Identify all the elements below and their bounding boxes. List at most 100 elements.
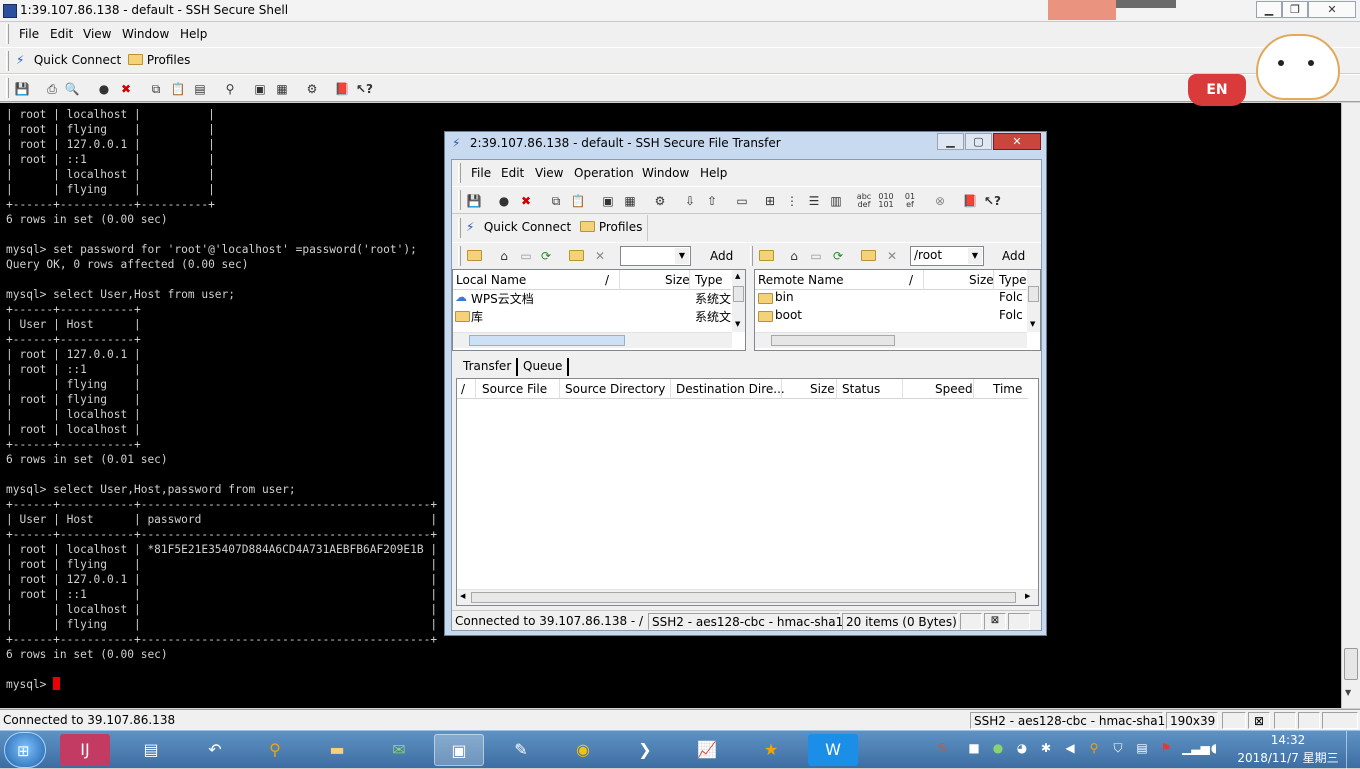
display-icon[interactable]: ▤	[1134, 740, 1150, 756]
large-icons-icon[interactable]: ⊞	[762, 193, 778, 209]
ascii-mode-icon[interactable]: abc def	[856, 193, 872, 209]
sftp-quick-connect-button[interactable]: ⚡ Quick Connect	[466, 220, 571, 234]
disconnect-icon[interactable]: ✖	[518, 193, 534, 209]
local-name-column[interactable]: Local Name	[456, 273, 526, 287]
scroll-down-arrow[interactable]: ▼	[1345, 688, 1351, 697]
local-drive-icon[interactable]: ▭	[518, 248, 534, 264]
local-refresh-icon[interactable]: ⟳	[538, 248, 554, 264]
local-up-folder-icon[interactable]	[466, 248, 482, 264]
remote-refresh-icon[interactable]: ⟳	[830, 248, 846, 264]
sftp-menu-help[interactable]: Help	[700, 166, 727, 180]
remote-size-column[interactable]: Size	[969, 273, 994, 287]
new-terminal-icon[interactable]: ▣	[600, 193, 616, 209]
remote-home-icon[interactable]: ⌂	[786, 248, 802, 264]
settings-icon[interactable]: ⚙	[304, 81, 320, 97]
new-file-transfer-icon[interactable]: ▦	[622, 193, 638, 209]
scrollbar-thumb[interactable]	[771, 335, 895, 346]
size-column[interactable]: Size	[810, 382, 835, 396]
disconnect-icon[interactable]: ✖	[118, 81, 134, 97]
remote-name-column[interactable]: Remote Name	[758, 273, 844, 287]
scrollbar-thumb[interactable]	[1028, 286, 1039, 302]
sogou-ime-icon[interactable]: S	[934, 740, 950, 756]
scrollbar-thumb[interactable]	[733, 286, 744, 302]
scroll-left-arrow[interactable]: ◀	[460, 592, 465, 600]
local-size-column[interactable]: Size	[665, 273, 690, 287]
paste-disabled-icon[interactable]: ▤	[192, 81, 208, 97]
menu-help[interactable]: Help	[180, 27, 207, 41]
connect-icon[interactable]: ●	[96, 81, 112, 97]
show-desktop-button[interactable]	[1346, 731, 1360, 769]
copy-icon[interactable]: ⧉	[148, 81, 164, 97]
details-view-icon[interactable]: ▥	[828, 193, 844, 209]
scrollbar-thumb[interactable]	[1344, 648, 1358, 680]
transfer-list[interactable]: / Source File Source Directory Destinati…	[456, 378, 1039, 606]
remote-path-combo[interactable]: /root ▼	[910, 246, 984, 266]
minimize-button[interactable]: ▁	[1256, 1, 1282, 18]
local-file-pane[interactable]: Local Name / Size Type ☁ WPS云文档 系统文 库 系统…	[452, 269, 746, 351]
menu-view[interactable]: View	[83, 27, 111, 41]
sftp-menu-view[interactable]: View	[535, 166, 563, 180]
list-view-icon[interactable]: ☰	[806, 193, 822, 209]
local-add-button[interactable]: Add	[710, 249, 733, 263]
volume-icon[interactable]: ◖	[1206, 740, 1222, 756]
copy-icon[interactable]: ⧉	[548, 193, 564, 209]
maximize-button[interactable]: ❐	[1282, 1, 1308, 18]
local-type-column[interactable]: Type	[695, 273, 723, 287]
save-icon[interactable]: 💾	[14, 81, 30, 97]
sftp-menu-edit[interactable]: Edit	[501, 166, 524, 180]
time-column[interactable]: Time	[993, 382, 1022, 396]
terminal-app-icon[interactable]: ❯	[620, 734, 670, 766]
wechat-tray-icon[interactable]: ●	[990, 740, 1006, 756]
terminal-scrollbar[interactable]: ▼	[1341, 103, 1360, 708]
chart-app-icon[interactable]: 📈	[682, 734, 732, 766]
quick-connect-button[interactable]: ⚡ Quick Connect	[16, 53, 121, 67]
wechat-icon[interactable]: ✉	[374, 734, 424, 766]
local-new-folder-icon[interactable]	[568, 248, 584, 264]
status-column[interactable]: Status	[842, 382, 880, 396]
remote-drive-icon[interactable]: ▭	[808, 248, 824, 264]
source-file-column[interactable]: Source File	[482, 382, 547, 396]
connect-icon[interactable]: ●	[496, 193, 512, 209]
speed-column[interactable]: Speed	[935, 382, 973, 396]
ssh-secure-shell-taskbar-button[interactable]: ▣	[434, 734, 484, 766]
network-signal-icon[interactable]: ▁▃▅	[1182, 740, 1210, 756]
scroll-down-arrow[interactable]: ▼	[735, 320, 740, 328]
auto-mode-icon[interactable]: 01 ef	[902, 193, 918, 209]
shield-icon[interactable]: ⛉	[1110, 740, 1126, 756]
sftp-profiles-button[interactable]: Profiles	[580, 220, 642, 234]
remote-file-pane[interactable]: Remote Name / Size Type bin Folc boot Fo…	[754, 269, 1041, 351]
sftp-menu-operation[interactable]: Operation	[574, 166, 634, 180]
destination-directory-column[interactable]: Destination Dire...	[676, 382, 785, 396]
main-title-bar[interactable]: 1:39.107.86.138 - default - SSH Secure S…	[0, 0, 1360, 22]
tray-app-icon[interactable]: ■	[966, 740, 982, 756]
notes-app-icon[interactable]: ▤	[126, 734, 176, 766]
remote-type-column[interactable]: Type	[999, 273, 1027, 287]
start-button[interactable]: ⊞	[4, 732, 46, 768]
upload-icon[interactable]: ⇧	[704, 193, 720, 209]
remote-vscroll[interactable]: ▼	[1027, 270, 1040, 332]
menu-file[interactable]: File	[19, 27, 39, 41]
new-file-transfer-icon[interactable]: ▦	[274, 81, 290, 97]
bluetooth-icon[interactable]: ✱	[1038, 740, 1054, 756]
remote-delete-icon[interactable]: ✕	[884, 248, 900, 264]
find-icon[interactable]: ⚲	[222, 81, 238, 97]
local-delete-icon[interactable]: ✕	[592, 248, 608, 264]
ime-language-badge[interactable]: EN	[1188, 74, 1246, 106]
save-icon[interactable]: 💾	[466, 193, 482, 209]
help-book-icon[interactable]: 📕	[962, 193, 978, 209]
clock[interactable]: 14:32 2018/11/7 星期三	[1236, 733, 1340, 766]
wps-app-icon[interactable]: W	[808, 734, 858, 766]
print-icon[interactable]: ⎙	[44, 81, 60, 97]
stop-icon[interactable]: ⊗	[932, 193, 948, 209]
file-explorer-icon[interactable]: ▬	[312, 734, 362, 766]
close-button[interactable]: ✕	[1308, 1, 1356, 18]
source-directory-column[interactable]: Source Directory	[565, 382, 665, 396]
print-preview-icon[interactable]: 🔍	[64, 81, 80, 97]
download-icon[interactable]: ⇩	[682, 193, 698, 209]
ime-mascot[interactable]: EN	[1180, 34, 1350, 112]
transfer-hscroll[interactable]: ◀ ▶	[457, 589, 1038, 605]
remote-new-folder-icon[interactable]	[860, 248, 876, 264]
list-item[interactable]: ☁ WPS云文档 系统文	[453, 290, 731, 308]
settings-icon[interactable]: ⚙	[652, 193, 668, 209]
sftp-maximize-button[interactable]: ▢	[965, 133, 992, 150]
